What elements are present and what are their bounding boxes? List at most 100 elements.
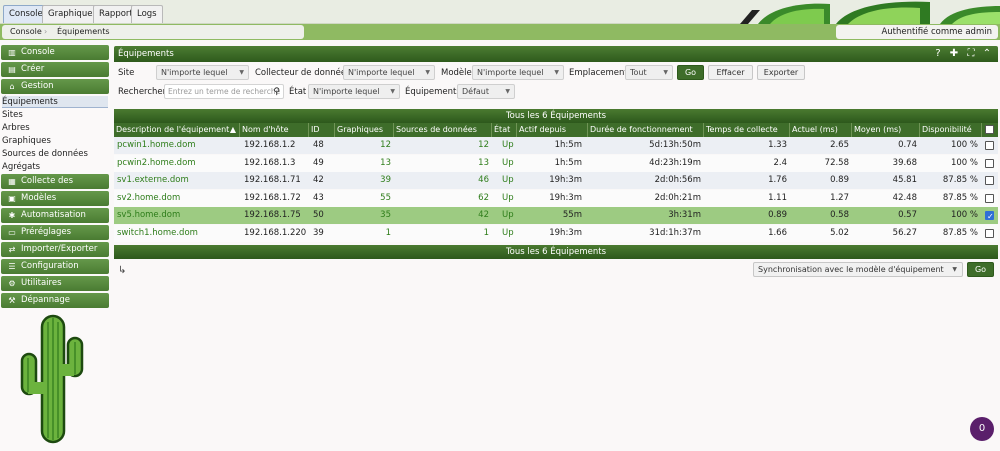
export-button[interactable]: Exporter (757, 65, 805, 80)
cell-datasources[interactable]: 13 (394, 155, 489, 172)
sidebar-item-agregats[interactable]: Agrégats (2, 161, 108, 173)
sidebar-item-configuration[interactable]: ☰ Configuration (1, 259, 109, 274)
table-row[interactable]: switch1.home.dom 192.168.1.220 39 1 1 Up 19h:3… (114, 224, 998, 242)
cell-graphs[interactable]: 1 (335, 225, 391, 242)
cell-poll-time: 0.89 (768, 210, 787, 220)
cell-graphs[interactable]: 55 (335, 190, 391, 207)
cell-datasources[interactable]: 1 (394, 225, 489, 242)
sidebar-item-label: Automatisation (21, 210, 86, 220)
cell-average: 39.68 (892, 157, 917, 168)
site-label: Site (118, 68, 135, 78)
cell-graphs[interactable]: 13 (335, 155, 391, 172)
cell-datasources[interactable]: 62 (394, 190, 489, 207)
help-icon[interactable]: ? (932, 46, 944, 62)
col-poll-time[interactable]: Temps de collecte (704, 123, 790, 137)
cell-in-state: 55m (562, 210, 582, 220)
collector-select[interactable]: N'importe lequel ▼ (343, 65, 435, 80)
cell-description[interactable]: sv1.externe.dom (117, 172, 237, 189)
col-datasources[interactable]: Sources de données (394, 123, 492, 137)
notification-badge[interactable]: 0 (970, 417, 994, 441)
sidebar-item-depannage[interactable]: ⚒ Dépannage (1, 293, 109, 308)
sidebar-item-arbres[interactable]: Arbres (2, 122, 108, 134)
breadcrumb: Console › Équipements (2, 25, 304, 39)
sidebar-item-label: Préréglages (21, 227, 72, 237)
cell-current: 0.58 (830, 210, 849, 220)
sidebar-item-automatisation[interactable]: ✱ Automatisation (1, 208, 109, 223)
add-icon[interactable]: ✚ (948, 46, 960, 62)
sidebar-item-modeles[interactable]: ▣ Modèles (1, 191, 109, 206)
cell-datasources[interactable]: 42 (394, 207, 489, 224)
cell-graphs[interactable]: 35 (335, 207, 391, 224)
site-select[interactable]: N'importe lequel ▼ (156, 65, 249, 80)
sidebar-item-importer-exporter[interactable]: ⇄ Importer/Exporter (1, 242, 109, 257)
state-select[interactable]: N'importe lequel ▼ (308, 84, 400, 99)
sidebar-item-preglages[interactable]: ▭ Préréglages (1, 225, 109, 240)
cell-description[interactable]: switch1.home.dom (117, 225, 237, 242)
col-current[interactable]: Actuel (ms) (790, 123, 852, 137)
col-description[interactable]: Description de l'équipement ▲ (114, 123, 240, 137)
col-state[interactable]: État (492, 123, 517, 137)
row-checkbox[interactable] (985, 228, 994, 238)
sidebar-item-graphiques[interactable]: Graphiques (2, 135, 108, 147)
sidebar-item-utilitaires[interactable]: ⚙ Utilitaires (1, 276, 109, 291)
collapse-icon[interactable]: ⌃ (981, 46, 993, 62)
cell-description[interactable]: pcwin2.home.dom (117, 155, 237, 172)
table-row[interactable]: pcwin2.home.dom 192.168.1.3 49 13 13 Up 1h:5m 4… (114, 154, 998, 172)
model-select[interactable]: N'importe lequel ▼ (472, 65, 564, 80)
clear-button[interactable]: Effacer (708, 65, 753, 80)
cell-uptime: 31d:1h:37m (649, 227, 701, 238)
cell-current: 1.27 (830, 192, 849, 203)
row-checkbox[interactable] (985, 176, 994, 185)
sidebar-item-label: Console (21, 47, 55, 57)
row-checkbox[interactable] (985, 193, 994, 203)
go-button[interactable]: Go (677, 65, 704, 80)
table-row[interactable]: sv5.home.dom 192.168.1.75 50 35 42 Up 55m 3h:31… (114, 207, 998, 225)
tab-logs[interactable]: Logs (131, 5, 163, 23)
col-in-state[interactable]: Actif depuis (517, 123, 588, 137)
row-checkbox[interactable] (985, 208, 994, 225)
cell-graphs[interactable]: 39 (335, 172, 391, 189)
col-availability[interactable]: Disponibilité (920, 123, 982, 137)
sidebar-item-console[interactable]: ▥ Console (1, 45, 109, 60)
table-row[interactable]: sv2.home.dom 192.168.1.72 43 55 62 Up 19h:3m 2d… (114, 189, 998, 207)
collector-label: Collecteur de données (255, 68, 351, 78)
sidebar-item-collecte[interactable]: ▦Collecte des données (1, 174, 109, 201)
col-graphs[interactable]: Graphiques (335, 123, 394, 137)
cell-description[interactable]: sv2.home.dom (117, 190, 237, 207)
cell-current: 72.58 (824, 157, 849, 168)
auth-status[interactable]: Authentifié comme admin (836, 25, 998, 39)
sidebar-item-gestion[interactable]: ⌂ Gestion (1, 79, 109, 94)
cell-datasources[interactable]: 12 (394, 137, 489, 154)
col-uptime[interactable]: Durée de fonctionnement (588, 123, 704, 137)
cell-datasources[interactable]: 46 (394, 172, 489, 189)
sidebar-item-equipements[interactable]: Équipements (2, 96, 108, 108)
cacti-logo (20, 314, 84, 444)
cell-poll-time: 1.66 (768, 227, 787, 238)
col-hostname[interactable]: Nom d'hôte (240, 123, 309, 137)
cell-current: 0.89 (830, 175, 849, 185)
col-id[interactable]: ID (309, 123, 335, 137)
breadcrumb-console[interactable]: Console (10, 25, 42, 39)
cell-state: Up (502, 140, 514, 150)
action-select[interactable]: Synchronisation avec le modèle d'équipem… (753, 262, 963, 277)
expand-icon[interactable]: ⛶ (965, 46, 977, 62)
import-export-icon: ⇄ (8, 245, 16, 254)
sidebar-item-sites[interactable]: Sites (2, 109, 108, 121)
cell-description[interactable]: pcwin1.home.dom (117, 137, 237, 154)
table-row[interactable]: sv1.externe.dom 192.168.1.71 42 39 46 Up 19h:3… (114, 172, 998, 189)
select-all-checkbox[interactable] (985, 125, 994, 134)
location-select[interactable]: Tout ▼ (625, 65, 673, 80)
col-average[interactable]: Moyen (ms) (852, 123, 920, 137)
devices-select[interactable]: Défaut ▼ (457, 84, 515, 99)
table-row[interactable]: pcwin1.home.dom 192.168.1.2 48 12 12 Up 1h:5m 5… (114, 137, 998, 154)
sidebar-item-sources-de-donnees[interactable]: Sources de données (2, 148, 108, 160)
row-checkbox[interactable] (985, 141, 994, 150)
sidebar-item-creer[interactable]: ▤ Créer (1, 62, 109, 77)
search-input[interactable]: Entrez un terme de recherche ⚲ (164, 84, 284, 99)
cell-graphs[interactable]: 12 (335, 137, 391, 154)
search-icon[interactable]: ⚲ (273, 85, 280, 98)
cell-in-state: 1h:5m (554, 140, 582, 150)
cell-description[interactable]: sv5.home.dom (117, 207, 237, 224)
action-go-button[interactable]: Go (967, 262, 994, 277)
row-checkbox[interactable] (985, 158, 994, 168)
